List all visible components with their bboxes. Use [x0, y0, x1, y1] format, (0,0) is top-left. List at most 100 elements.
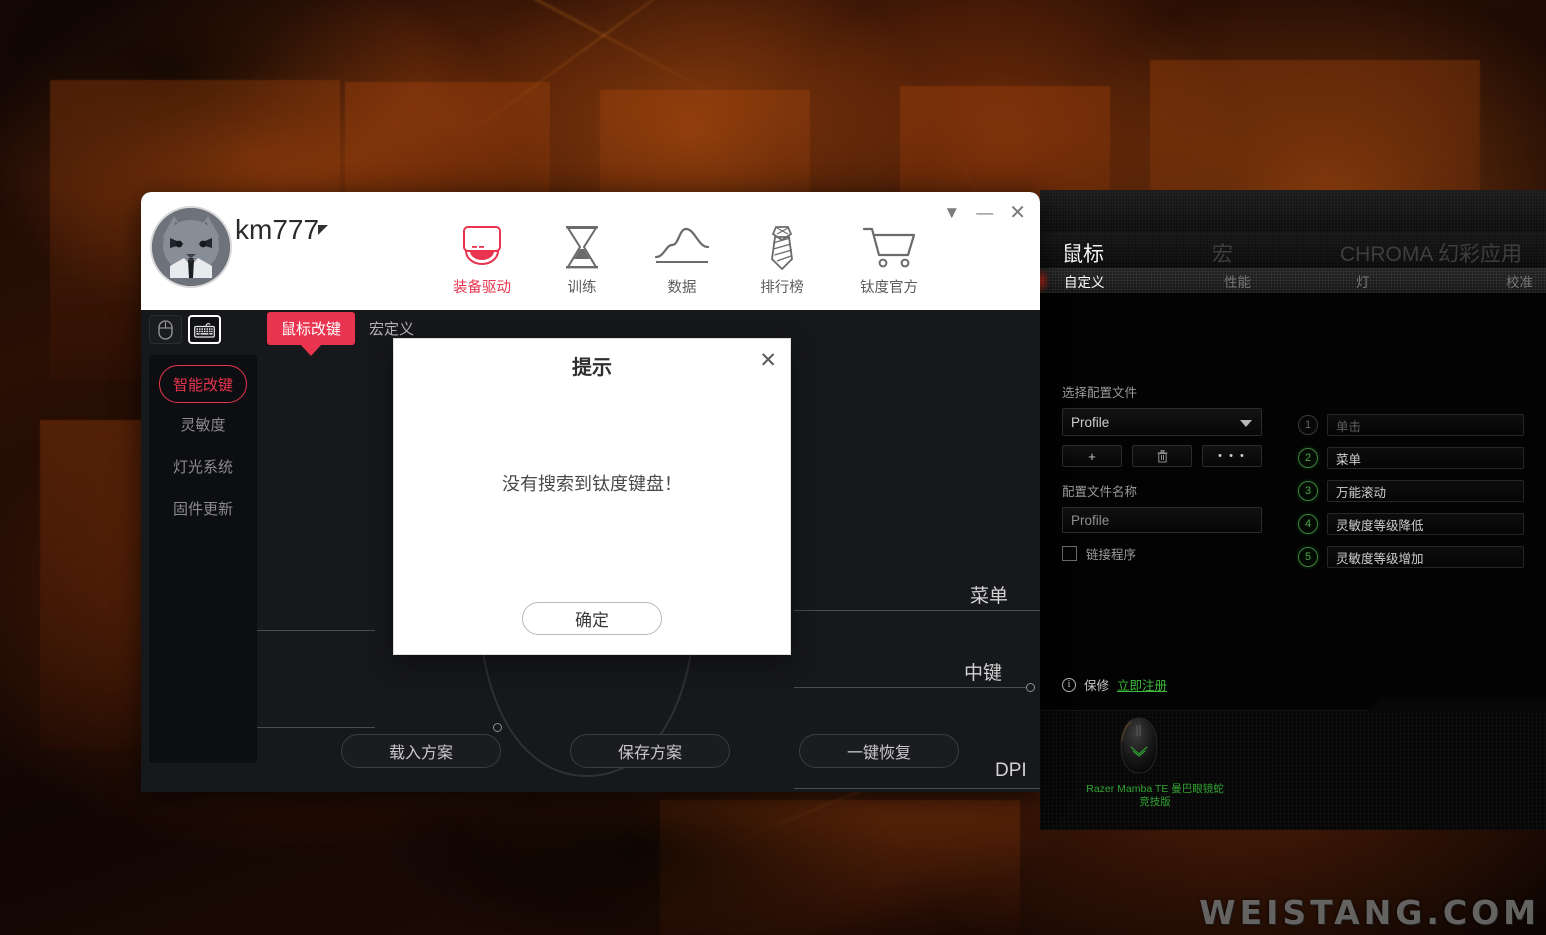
- chart-curve-icon: [653, 224, 711, 272]
- register-link[interactable]: 立即注册: [1117, 675, 1167, 694]
- razer-subtab-bar[interactable]: 自定义 性能 灯 校准: [1040, 268, 1546, 294]
- razer-tab-mouse[interactable]: 鼠标: [1062, 238, 1212, 268]
- nav-item-data[interactable]: 数据: [653, 224, 711, 297]
- shopping-cart-icon: [853, 224, 925, 272]
- mapping-point[interactable]: [1026, 683, 1035, 692]
- razer-tab-macro[interactable]: 宏: [1212, 238, 1340, 268]
- tab-mouse-remap[interactable]: 鼠标改键: [267, 312, 356, 356]
- device-name-line2: 竞技版: [1139, 796, 1171, 808]
- razer-content-area: 选择配置文件 Profile + • • • 配置文件名称 Profile 链接…: [1040, 294, 1546, 830]
- avatar[interactable]: [150, 206, 232, 288]
- dialog-ok-button[interactable]: 确定: [522, 602, 662, 635]
- nav-item-leaderboard[interactable]: 排行榜: [753, 224, 811, 297]
- sidebar-item-lighting[interactable]: 灯光系统: [149, 445, 257, 487]
- app-header: km777 ▼ — ✕ 装备驱动 训练 数据 排行榜 钛度官方: [141, 192, 1040, 310]
- nav-label: 装备驱动: [453, 280, 511, 296]
- assignment-number-badge: 5: [1298, 547, 1318, 567]
- mouse-device-toggle[interactable]: [149, 315, 182, 344]
- link-program-row[interactable]: 链接程序: [1062, 544, 1136, 563]
- profile-button-row: + • • •: [1062, 445, 1266, 467]
- leader-line: [257, 630, 375, 631]
- site-watermark: WEISTANG.COM: [1199, 893, 1540, 932]
- user-dropdown-caret-icon[interactable]: [318, 225, 328, 235]
- collapse-button[interactable]: ▼: [943, 203, 960, 223]
- razer-profile-section: 选择配置文件 Profile + • • • 配置文件名称 Profile: [1062, 382, 1266, 533]
- device-strip-notch: [1366, 697, 1546, 712]
- diagram-label-menu[interactable]: 菜单: [970, 581, 1008, 608]
- razer-subtab-calibration[interactable]: 校准: [1506, 271, 1533, 291]
- assignment-row[interactable]: 3 万能滚动: [1298, 480, 1524, 502]
- razer-mouse-image[interactable]: [1118, 717, 1160, 775]
- dialog-title: 提示: [572, 357, 612, 379]
- warranty-label: 保修: [1084, 679, 1110, 693]
- razer-title-strip: [1040, 190, 1546, 232]
- assignment-field[interactable]: 单击: [1327, 414, 1524, 436]
- more-profile-button[interactable]: • • •: [1202, 445, 1262, 467]
- sidebar-item-sensitivity[interactable]: 灵敏度: [149, 403, 257, 445]
- plus-icon: +: [1088, 448, 1096, 464]
- reset-profile-button[interactable]: 一键恢复: [799, 734, 959, 768]
- razer-tab-glow: [1040, 268, 1050, 294]
- leader-line: [794, 687, 1026, 688]
- razer-subtab-lighting[interactable]: 灯: [1356, 271, 1506, 291]
- assignment-number-badge: 3: [1298, 481, 1318, 501]
- profile-select[interactable]: Profile: [1062, 408, 1262, 436]
- dialog-message: 没有搜索到钛度键盘！: [502, 474, 682, 494]
- dialog-close-icon[interactable]: ✕: [759, 350, 777, 371]
- device-name-line1: Razer Mamba TE 曼巴眼镜蛇: [1086, 783, 1224, 795]
- leader-line: [794, 788, 1040, 789]
- assignment-field[interactable]: 灵敏度等级降低: [1327, 513, 1524, 535]
- necktie-icon: [753, 224, 811, 272]
- tab-macro-define[interactable]: 宏定义: [369, 318, 414, 339]
- assignment-number-badge: 4: [1298, 514, 1318, 534]
- keyboard-icon: [194, 322, 215, 338]
- nav-item-device-driver[interactable]: 装备驱动: [453, 224, 511, 297]
- ellipsis-icon: • • •: [1218, 450, 1246, 462]
- cat-avatar-icon: [152, 208, 230, 286]
- assignment-number-badge: 2: [1298, 448, 1318, 468]
- load-profile-button[interactable]: 载入方案: [341, 734, 501, 768]
- profile-name-label: 配置文件名称: [1062, 485, 1138, 499]
- close-button[interactable]: ✕: [1009, 200, 1026, 225]
- mapping-point[interactable]: [493, 723, 502, 732]
- device-strip: Razer Mamba TE 曼巴眼镜蛇 竞技版: [1040, 697, 1546, 830]
- razer-tab-chroma[interactable]: CHROMA 幻彩应用: [1340, 238, 1522, 268]
- nav-item-training[interactable]: 训练: [553, 224, 611, 297]
- keyboard-device-toggle[interactable]: [188, 315, 221, 344]
- assignment-field[interactable]: 菜单: [1327, 447, 1524, 469]
- profile-name-input[interactable]: Profile: [1062, 507, 1262, 533]
- assignment-row[interactable]: 1 单击: [1298, 414, 1524, 436]
- assignment-row[interactable]: 5 灵敏度等级增加: [1298, 546, 1524, 568]
- main-nav: 装备驱动 训练 数据 排行榜 钛度官方: [453, 224, 925, 297]
- razer-subtab-performance[interactable]: 性能: [1224, 271, 1356, 291]
- delete-profile-button[interactable]: [1132, 445, 1192, 467]
- nav-label: 数据: [667, 280, 697, 296]
- settings-sidebar: 智能改键 灵敏度 灯光系统 固件更新: [149, 355, 257, 763]
- nav-item-official-store[interactable]: 钛度官方: [853, 224, 925, 297]
- alert-dialog: 提示 ✕ 没有搜索到钛度键盘！ 确定: [393, 338, 791, 655]
- assignment-row[interactable]: 4 灵敏度等级降低: [1298, 513, 1524, 535]
- info-icon: i: [1062, 677, 1076, 692]
- profile-select-label: 选择配置文件: [1062, 386, 1138, 400]
- minimize-button[interactable]: —: [976, 203, 993, 223]
- assignment-number-badge: 1: [1298, 415, 1318, 435]
- razer-subtab-customize[interactable]: 自定义: [1064, 271, 1224, 291]
- razer-tab-bar[interactable]: 鼠标 宏 CHROMA 幻彩应用: [1040, 232, 1546, 268]
- assignment-field[interactable]: 灵敏度等级增加: [1327, 546, 1524, 568]
- sidebar-item-smart-remap[interactable]: 智能改键: [159, 365, 247, 403]
- diagram-label-middle-click[interactable]: 中键: [964, 658, 1002, 685]
- razer-synapse-panel: 鼠标 宏 CHROMA 幻彩应用 自定义 性能 灯 校准 选择配置文件 Prof…: [1040, 190, 1546, 830]
- trash-icon: [1157, 449, 1167, 462]
- username[interactable]: km777: [235, 214, 319, 246]
- leader-line: [257, 727, 375, 728]
- assignment-row[interactable]: 2 菜单: [1298, 447, 1524, 469]
- save-profile-button[interactable]: 保存方案: [570, 734, 730, 768]
- add-profile-button[interactable]: +: [1062, 445, 1122, 467]
- footer-button-row: 载入方案 保存方案 一键恢复: [141, 734, 1040, 768]
- assignment-field[interactable]: 万能滚动: [1327, 480, 1524, 502]
- nav-label: 排行榜: [760, 280, 804, 296]
- link-program-checkbox[interactable]: [1062, 546, 1077, 561]
- sidebar-item-firmware[interactable]: 固件更新: [149, 487, 257, 529]
- window-controls: ▼ — ✕: [943, 200, 1026, 225]
- button-assignment-list: 1 单击 2 菜单 3 万能滚动 4 灵敏度等级降低 5 灵敏度等级增加: [1298, 414, 1524, 579]
